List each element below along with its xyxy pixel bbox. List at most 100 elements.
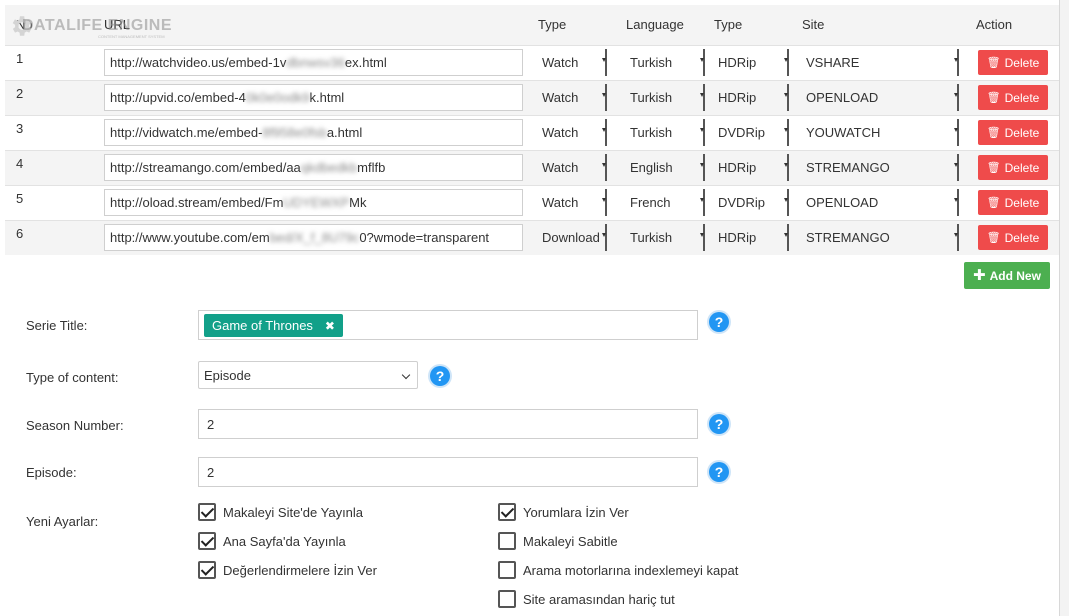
delete-label: Delete bbox=[1004, 160, 1040, 175]
url-input[interactable]: http://watchvideo.us/embed-1vdbnwsv36ex.… bbox=[104, 49, 523, 76]
type-select[interactable]: Download bbox=[538, 224, 607, 252]
setting-checkbox[interactable]: Ana Sayfa'da Yayınla bbox=[198, 532, 346, 550]
table-row: 3 http://vidwatch.me/embed-8f958e0fsba.ht… bbox=[5, 114, 1059, 150]
dropdown-arrow-icon bbox=[700, 58, 704, 62]
content-type-select[interactable]: Episode bbox=[198, 361, 418, 389]
setting-checkbox[interactable]: Makaleyi Site'de Yayınla bbox=[198, 503, 363, 521]
dropdown-arrow-icon bbox=[700, 163, 704, 167]
language-value: English bbox=[630, 160, 673, 175]
delete-button[interactable]: 🗑 Delete bbox=[978, 190, 1048, 215]
type-value: Watch bbox=[542, 55, 579, 70]
url-prefix: http://streamango.com/embed/aa bbox=[110, 160, 301, 175]
delete-label: Delete bbox=[1004, 125, 1040, 140]
url-input[interactable]: http://streamango.com/embed/aaqkdbedkbmf… bbox=[104, 154, 523, 181]
episode-label: Episode: bbox=[26, 465, 77, 480]
remove-tag-icon[interactable]: ✖ bbox=[325, 319, 335, 333]
dropdown-arrow-icon bbox=[602, 58, 606, 62]
site-select[interactable]: OPENLOAD bbox=[802, 84, 959, 111]
url-input[interactable]: http://vidwatch.me/embed-8f958e0fsba.htm… bbox=[104, 119, 523, 146]
quality-select[interactable]: DVDRip bbox=[714, 119, 789, 146]
setting-label: Değerlendirmelere İzin Ver bbox=[223, 562, 377, 578]
quality-value: DVDRip bbox=[718, 195, 765, 210]
help-icon[interactable]: ? bbox=[709, 414, 729, 434]
season-input[interactable]: 2 bbox=[198, 409, 698, 439]
language-select[interactable]: Turkish bbox=[626, 84, 705, 111]
setting-checkbox[interactable]: Makaleyi Sabitle bbox=[498, 532, 618, 550]
language-select[interactable]: English bbox=[626, 154, 705, 181]
quality-value: DVDRip bbox=[718, 125, 765, 140]
quality-select[interactable]: HDRip bbox=[714, 224, 789, 252]
row-number: 2 bbox=[5, 79, 104, 115]
setting-label: Site aramasından hariç tut bbox=[523, 591, 675, 607]
dropdown-arrow-icon bbox=[602, 93, 606, 97]
checkbox-icon[interactable] bbox=[498, 590, 516, 608]
checkbox-icon[interactable] bbox=[198, 561, 216, 579]
url-suffix: k.html bbox=[309, 90, 345, 105]
checkbox-icon[interactable] bbox=[198, 503, 216, 521]
type-select[interactable]: Watch bbox=[538, 49, 607, 76]
scroll-gutter bbox=[1060, 0, 1069, 616]
dropdown-arrow-icon bbox=[784, 198, 788, 202]
help-icon[interactable]: ? bbox=[709, 462, 729, 482]
language-select[interactable]: French bbox=[626, 189, 705, 216]
trash-icon: 🗑 bbox=[986, 127, 1001, 139]
row-number: 4 bbox=[5, 149, 104, 185]
quality-value: HDRip bbox=[718, 160, 757, 175]
site-select[interactable]: YOUWATCH bbox=[802, 119, 959, 146]
delete-button[interactable]: 🗑 Delete bbox=[978, 120, 1048, 145]
url-prefix: http://upvid.co/embed-4 bbox=[110, 90, 246, 105]
type-select[interactable]: Watch bbox=[538, 84, 607, 111]
url-input[interactable]: http://oload.stream/embed/FmUDYEWXPMk bbox=[104, 189, 523, 216]
col-action: Action bbox=[972, 5, 1059, 45]
quality-value: HDRip bbox=[718, 90, 757, 105]
setting-checkbox[interactable]: Değerlendirmelere İzin Ver bbox=[198, 561, 377, 579]
episode-input[interactable]: 2 bbox=[198, 457, 698, 487]
checkbox-icon[interactable] bbox=[498, 561, 516, 579]
quality-select[interactable]: HDRip bbox=[714, 49, 789, 76]
type-select[interactable]: Watch bbox=[538, 189, 607, 216]
language-select[interactable]: Turkish bbox=[626, 49, 705, 76]
help-icon[interactable]: ? bbox=[430, 366, 450, 386]
site-select[interactable]: STREMANGO bbox=[802, 224, 959, 252]
site-select[interactable]: STREMANGO bbox=[802, 154, 959, 181]
site-select[interactable]: VSHARE bbox=[802, 49, 959, 76]
delete-button[interactable]: 🗑 Delete bbox=[978, 85, 1048, 110]
quality-select[interactable]: DVDRip bbox=[714, 189, 789, 216]
url-redacted: qkdbedkb bbox=[300, 160, 358, 175]
quality-select[interactable]: HDRip bbox=[714, 154, 789, 181]
setting-checkbox[interactable]: Yorumlara İzin Ver bbox=[498, 503, 629, 521]
quality-select[interactable]: HDRip bbox=[714, 84, 789, 111]
checkbox-icon[interactable] bbox=[498, 503, 516, 521]
url-suffix: ex.html bbox=[344, 55, 387, 70]
type-value: Watch bbox=[542, 195, 579, 210]
url-redacted: 0k0e0odk9 bbox=[245, 90, 310, 105]
site-select[interactable]: OPENLOAD bbox=[802, 189, 959, 216]
type-select[interactable]: Watch bbox=[538, 154, 607, 181]
row-number: 5 bbox=[5, 184, 104, 220]
checkbox-icon[interactable] bbox=[198, 532, 216, 550]
help-icon[interactable]: ? bbox=[709, 312, 729, 332]
setting-checkbox[interactable]: Arama motorlarına indexlemeyi kapat bbox=[498, 561, 738, 579]
delete-button[interactable]: 🗑 Delete bbox=[978, 50, 1048, 75]
serie-title-input[interactable]: Game of Thrones ✖ bbox=[198, 310, 698, 340]
dropdown-arrow-icon bbox=[954, 128, 958, 132]
add-new-button[interactable]: ✚ Add New bbox=[964, 262, 1050, 289]
trash-icon: 🗑 bbox=[986, 162, 1001, 174]
plus-icon: ✚ bbox=[973, 267, 986, 284]
add-new-label: Add New bbox=[989, 268, 1041, 283]
type-select[interactable]: Watch bbox=[538, 119, 607, 146]
serie-tag-chip: Game of Thrones ✖ bbox=[204, 314, 343, 337]
dropdown-arrow-icon bbox=[784, 128, 788, 132]
url-input[interactable]: http://upvid.co/embed-40k0e0odk9k.html bbox=[104, 84, 523, 111]
delete-button[interactable]: 🗑 Delete bbox=[978, 155, 1048, 180]
dropdown-arrow-icon bbox=[602, 128, 606, 132]
url-input[interactable]: http://www.youtube.com/embed/X_f_8U79c0?… bbox=[104, 224, 523, 252]
setting-checkbox[interactable]: Site aramasından hariç tut bbox=[498, 590, 675, 608]
language-select[interactable]: Turkish bbox=[626, 224, 705, 252]
checkbox-icon[interactable] bbox=[498, 532, 516, 550]
delete-button[interactable]: 🗑 Delete bbox=[978, 225, 1048, 251]
site-value: STREMANGO bbox=[806, 160, 890, 175]
language-select[interactable]: Turkish bbox=[626, 119, 705, 146]
table-row: 4 http://streamango.com/embed/aaqkdbedkbm… bbox=[5, 149, 1059, 185]
dropdown-arrow-icon bbox=[602, 198, 606, 202]
